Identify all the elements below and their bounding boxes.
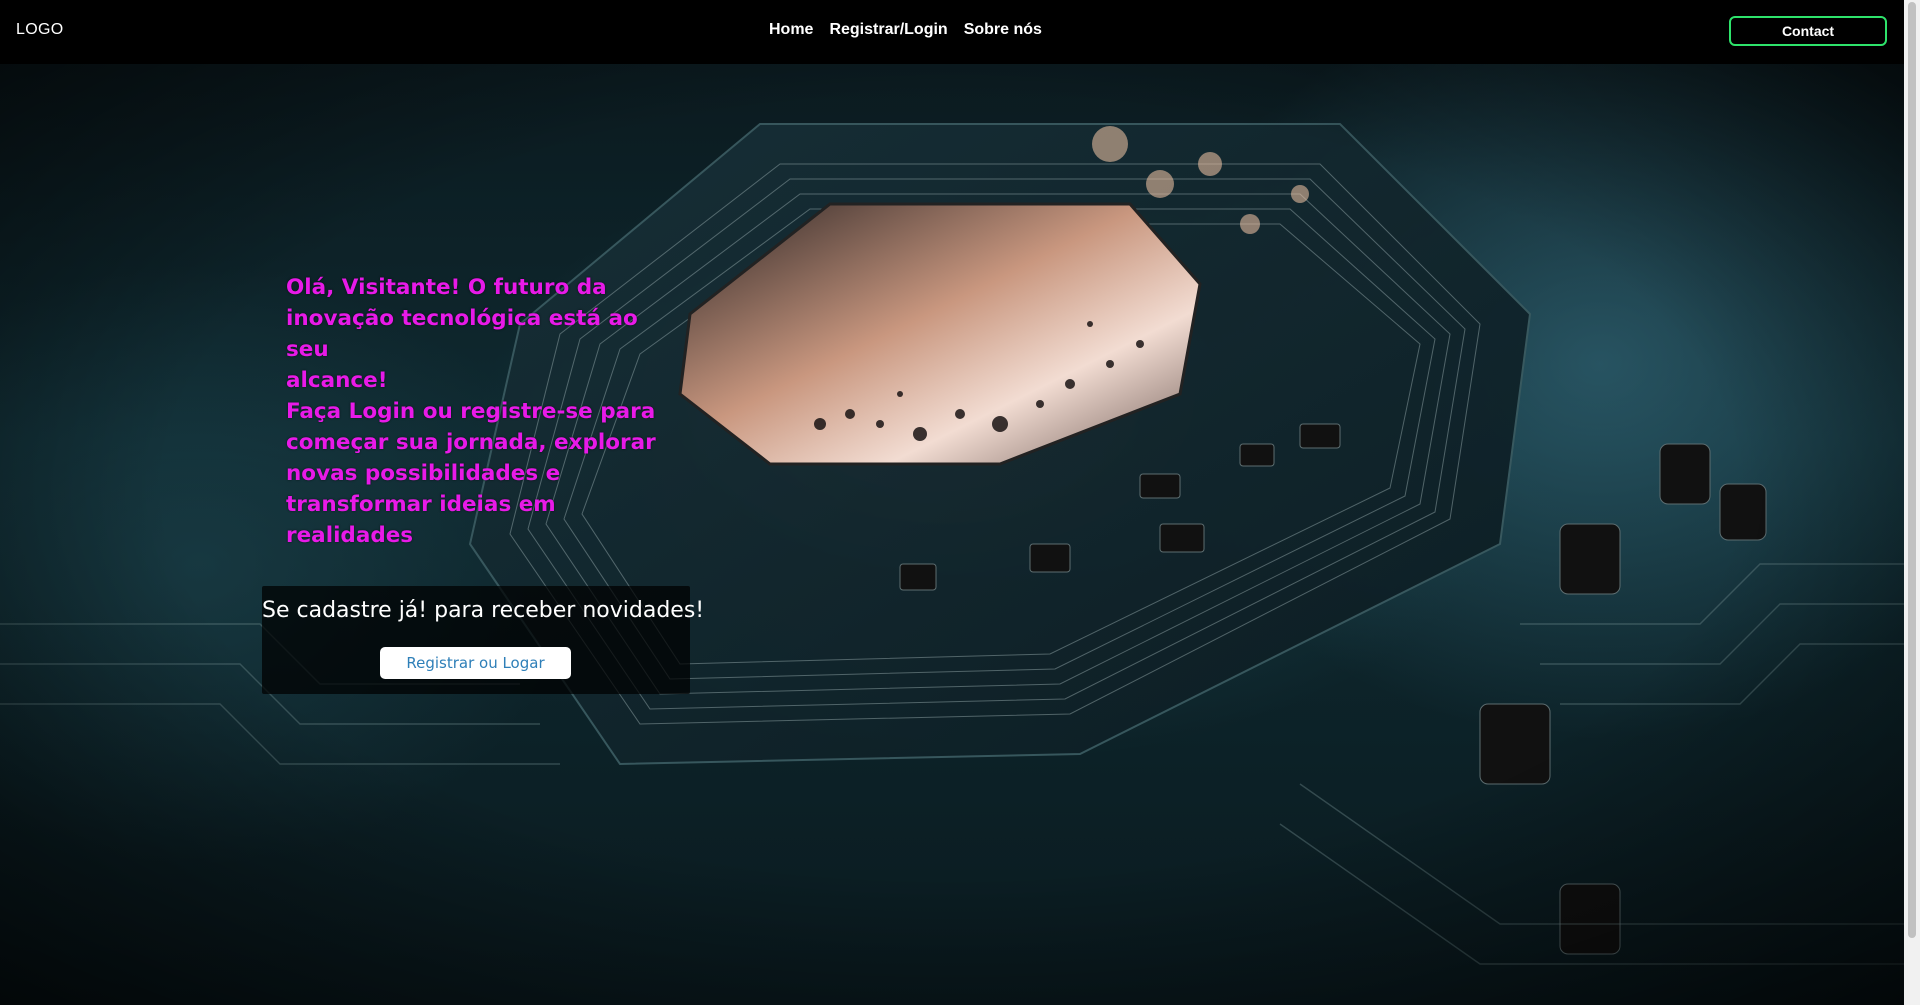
logo[interactable]: LOGO — [16, 21, 63, 39]
register-or-login-button[interactable]: Registrar ou Logar — [380, 647, 571, 679]
headline-line: transformar ideias em realidades — [286, 492, 556, 548]
nav-link-register-login[interactable]: Registrar/Login — [829, 21, 947, 39]
contact-button[interactable]: Contact — [1729, 16, 1887, 46]
page: LOGO Home Registrar/Login Sobre nós Cont… — [0, 0, 1920, 1005]
signup-message: Se cadastre já! para receber novidades! — [262, 598, 705, 623]
headline-line: Olá, Visitante! O futuro da — [286, 275, 607, 300]
page-scrollbar[interactable] — [1904, 0, 1920, 1005]
hero-section: Olá, Visitante! O futuro da inovação tec… — [0, 64, 1904, 1005]
signup-card: Se cadastre já! para receber novidades! … — [262, 586, 705, 694]
main-nav: Home Registrar/Login Sobre nós — [769, 21, 1042, 39]
top-navbar: LOGO Home Registrar/Login Sobre nós Cont… — [0, 0, 1904, 64]
headline-line: Faça Login ou registre-se para — [286, 399, 656, 424]
headline-line: inovação tecnológica está ao seu — [286, 306, 638, 362]
headline-line: novas possibilidades e — [286, 461, 561, 486]
scrollbar-thumb[interactable] — [1908, 2, 1916, 938]
headline-line: alcance! — [286, 368, 388, 393]
nav-link-about[interactable]: Sobre nós — [964, 21, 1042, 39]
nav-link-home[interactable]: Home — [769, 21, 813, 39]
headline-line: começar sua jornada, explorar — [286, 430, 656, 455]
hero-headline: Olá, Visitante! O futuro da inovação tec… — [286, 272, 666, 551]
